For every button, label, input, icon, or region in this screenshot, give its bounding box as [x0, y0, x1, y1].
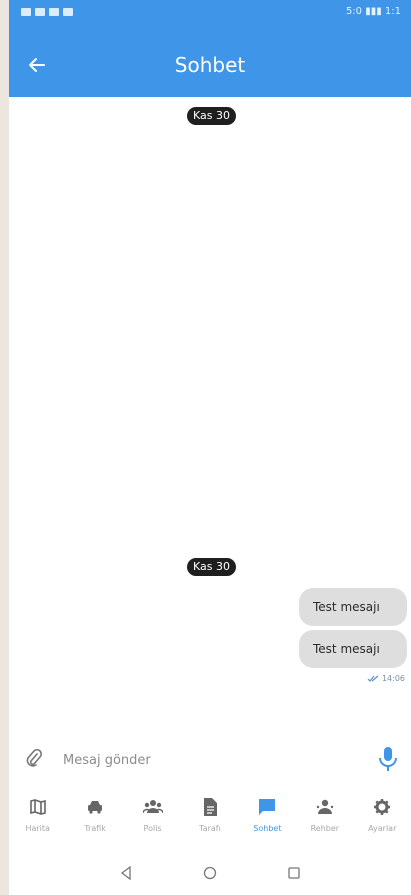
composer	[9, 735, 411, 783]
bottom-nav: Harita Trafik Polis Tarafı Sohbet Rehber…	[9, 790, 411, 850]
attachment-icon[interactable]	[25, 749, 43, 769]
nav-item-ayarlar[interactable]: Ayarlar	[354, 790, 411, 850]
phone-screen: 5:0 ▮▮▮ 1:1 Sohbet Kas 30 Kas 30 Test me…	[9, 0, 411, 895]
nav-item-sohbet[interactable]: Sohbet	[239, 790, 296, 850]
chat-icon	[256, 796, 278, 818]
nav-item-harita[interactable]: Harita	[9, 790, 66, 850]
message-bubble[interactable]: Test mesajı	[299, 630, 407, 668]
nav-item-polis[interactable]: Polis	[124, 790, 181, 850]
status-icons	[21, 8, 73, 16]
notification-icon	[49, 8, 59, 16]
nav-label: Polis	[143, 824, 162, 833]
sim-icon	[21, 8, 31, 16]
message-time: 14:06	[381, 674, 405, 683]
nav-item-tarafi[interactable]: Tarafı	[181, 790, 238, 850]
microphone-icon[interactable]	[377, 745, 399, 773]
system-home-button[interactable]	[198, 861, 222, 885]
nav-label: Ayarlar	[368, 824, 397, 833]
notification-icon	[63, 8, 73, 16]
nav-label: Harita	[25, 824, 50, 833]
nav-label: Rehber	[310, 824, 340, 833]
status-right: 5:0 ▮▮▮ 1:1	[345, 6, 401, 17]
system-nav-bar	[9, 850, 411, 895]
system-back-button[interactable]	[114, 861, 138, 885]
app-bar: 5:0 ▮▮▮ 1:1 Sohbet	[9, 0, 411, 97]
car-icon	[84, 796, 106, 818]
group-icon	[142, 796, 164, 818]
person-icon	[314, 796, 336, 818]
nav-label: Trafik	[84, 824, 106, 833]
map-icon	[27, 796, 49, 818]
circle-home-icon	[203, 866, 217, 879]
message-bubble[interactable]: Test mesajı	[299, 588, 407, 626]
nav-label: Tarafı	[199, 824, 221, 833]
message-meta: 14:06	[367, 674, 405, 683]
page-title: Sohbet	[174, 53, 246, 77]
gear-icon	[371, 796, 393, 818]
document-icon	[199, 796, 221, 818]
nav-item-rehber[interactable]: Rehber	[296, 790, 353, 850]
square-recents-icon	[288, 866, 300, 879]
triangle-back-icon	[120, 865, 131, 880]
date-chip: Kas 30	[187, 558, 236, 576]
signal-icon	[35, 8, 45, 16]
message-input[interactable]	[61, 747, 355, 773]
double-check-icon	[367, 675, 379, 682]
date-chip: Kas 30	[187, 107, 236, 125]
system-recents-button[interactable]	[282, 861, 306, 885]
nav-label: Sohbet	[253, 824, 282, 833]
nav-item-trafik[interactable]: Trafik	[66, 790, 123, 850]
